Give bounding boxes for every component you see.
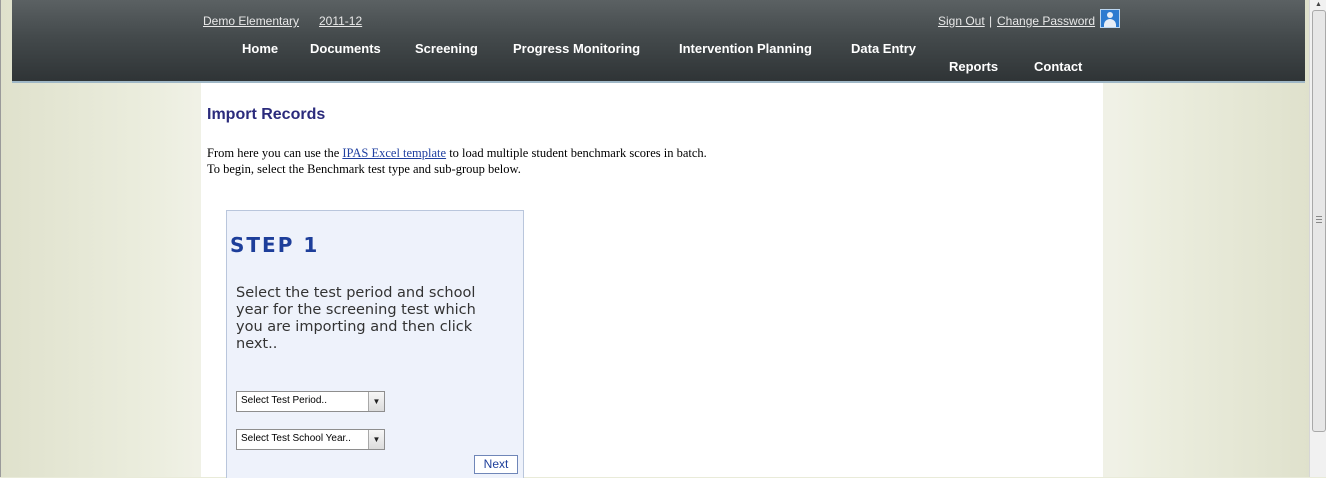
step-panel: STEP 1 Select the test period and school… bbox=[226, 210, 524, 478]
next-button[interactable]: Next bbox=[474, 455, 518, 474]
header-separator: | bbox=[989, 14, 993, 28]
nav-progress-monitoring[interactable]: Progress Monitoring bbox=[513, 41, 640, 56]
nav-intervention-planning[interactable]: Intervention Planning bbox=[679, 41, 812, 56]
header-bar: Demo Elementary 2011-12 Sign Out | Chang… bbox=[12, 0, 1305, 83]
intro-text-before: From here you can use the bbox=[207, 146, 343, 160]
chevron-down-icon[interactable]: ▼ bbox=[368, 392, 384, 411]
school-year-link[interactable]: 2011-12 bbox=[319, 14, 362, 28]
test-period-value: Select Test Period.. bbox=[241, 395, 327, 406]
nav-data-entry[interactable]: Data Entry bbox=[851, 41, 916, 56]
grip-icon bbox=[1316, 216, 1322, 224]
scroll-up-arrow-icon[interactable]: ▲ bbox=[1310, 0, 1326, 9]
page-title: Import Records bbox=[207, 106, 326, 123]
ipas-template-link[interactable]: IPAS Excel template bbox=[342, 146, 446, 160]
sign-out-link[interactable]: Sign Out bbox=[938, 14, 985, 28]
nav-home[interactable]: Home bbox=[242, 41, 278, 56]
user-avatar-icon[interactable] bbox=[1100, 9, 1120, 28]
vertical-scrollbar[interactable]: ▲ bbox=[1309, 0, 1326, 477]
nav-documents[interactable]: Documents bbox=[310, 41, 381, 56]
step-description: Select the test period and school year f… bbox=[236, 285, 476, 352]
intro-text-after: to load multiple student benchmark score… bbox=[446, 146, 707, 160]
step-title: STEP 1 bbox=[230, 233, 320, 257]
intro-text-line2: To begin, select the Benchmark test type… bbox=[207, 162, 521, 176]
nav-screening[interactable]: Screening bbox=[415, 41, 478, 56]
change-password-link[interactable]: Change Password bbox=[997, 14, 1095, 28]
scroll-thumb[interactable] bbox=[1312, 10, 1326, 432]
nav-reports[interactable]: Reports bbox=[949, 59, 998, 74]
nav-contact[interactable]: Contact bbox=[1034, 59, 1082, 74]
school-year-select[interactable]: Select Test School Year.. ▼ bbox=[236, 429, 385, 450]
chevron-down-icon[interactable]: ▼ bbox=[368, 430, 384, 449]
main-content: Import Records From here you can use the… bbox=[201, 83, 1103, 478]
test-period-select[interactable]: Select Test Period.. ▼ bbox=[236, 391, 385, 412]
school-year-value: Select Test School Year.. bbox=[241, 433, 351, 444]
school-link[interactable]: Demo Elementary bbox=[203, 14, 299, 28]
intro-text: From here you can use the IPAS Excel tem… bbox=[207, 145, 707, 177]
